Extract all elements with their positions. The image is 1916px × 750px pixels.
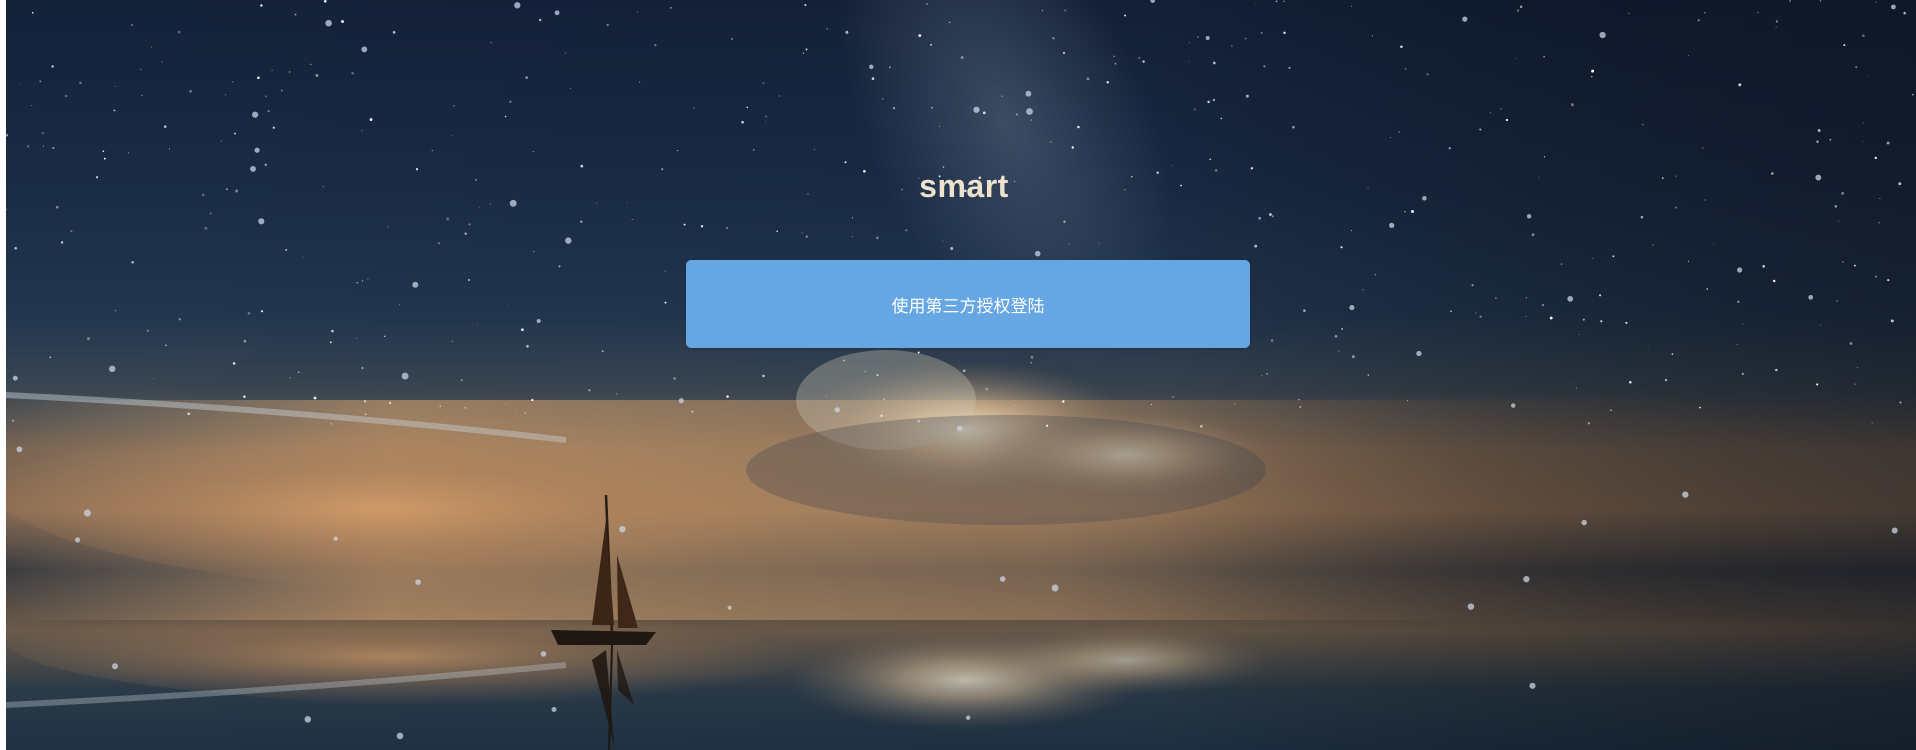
- app-title: smart: [919, 168, 1009, 204]
- login-panel: smart 使用第三方授权登陆: [6, 0, 1916, 750]
- third-party-auth-login-button[interactable]: 使用第三方授权登陆: [686, 260, 1250, 348]
- login-page: smart 使用第三方授权登陆: [6, 0, 1916, 750]
